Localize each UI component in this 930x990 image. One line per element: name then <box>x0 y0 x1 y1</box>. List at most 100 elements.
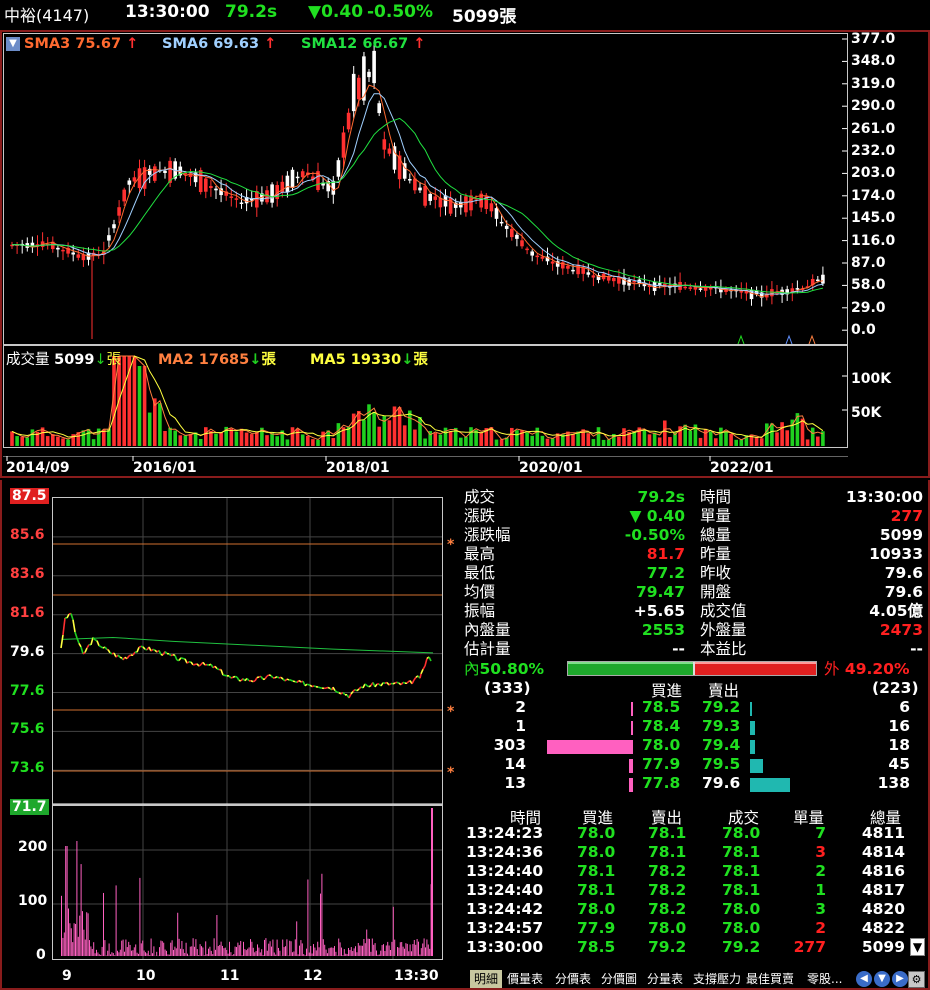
intraday-volume-bar <box>262 955 264 956</box>
volume-bar <box>122 356 126 446</box>
kline-candle <box>147 165 152 184</box>
intraday-price-segment <box>250 680 254 683</box>
kline-candle <box>469 189 473 217</box>
intraday-volume-bar <box>187 953 188 956</box>
intraday-volume-bar <box>297 954 299 956</box>
intraday-price-chart[interactable] <box>52 497 443 805</box>
intraday-volume-bar <box>384 951 386 956</box>
intraday-price-segment <box>107 649 111 654</box>
intraday-price-segment <box>236 676 240 681</box>
kline-candle <box>112 219 116 233</box>
tick-total: 4817 <box>861 881 905 899</box>
intraday-volume-bar <box>402 946 404 956</box>
nav-right-icon[interactable]: ▶ <box>892 971 908 987</box>
bid-volume: 1 <box>515 717 526 735</box>
vol-ytick-50k: 50K <box>851 405 882 421</box>
date-axis: 2014/09 2016/01 2018/01 2020/01 2022/01 <box>3 456 848 480</box>
avg-price-line <box>62 636 434 654</box>
intraday-volume-bar <box>363 939 365 956</box>
volume-bar <box>163 430 167 446</box>
quote-value: 10933 <box>869 545 923 563</box>
chart-menu-icon[interactable]: ▼ <box>6 37 20 51</box>
tick-total: 4811 <box>861 824 905 842</box>
intraday-price-segment <box>386 681 390 686</box>
intraday-volume-bar <box>170 942 172 956</box>
intraday-volume-bar <box>147 950 149 956</box>
volume-bar <box>469 427 473 446</box>
intraday-price-segment <box>336 691 340 694</box>
kline-candle <box>438 189 443 217</box>
intraday-volume-bar <box>192 938 194 956</box>
intraday-volume-bar <box>378 954 380 956</box>
intraday-volume-bar <box>248 947 250 956</box>
quote-label: 估計量 <box>464 640 511 658</box>
tab-6[interactable]: 最佳買賣 <box>746 970 794 988</box>
tick-bid: 78.1 <box>577 881 616 899</box>
tick-vol: 1 <box>815 881 826 899</box>
intraday-volume-chart[interactable] <box>52 805 443 960</box>
intraday-volume-bar <box>91 948 93 956</box>
volume-bar <box>306 435 310 446</box>
intraday-price-segment <box>400 681 404 686</box>
tab-4[interactable]: 分量表 <box>647 970 683 988</box>
volume-bar <box>51 434 55 446</box>
quote-value: 2553 <box>641 621 685 639</box>
date-tick-2016: 2016/01 <box>133 460 197 476</box>
volume-bar <box>413 429 417 446</box>
intraday-volume-bar <box>241 955 243 956</box>
intraday-price-segment <box>74 631 78 639</box>
quote-value: 13:30:00 <box>845 488 923 506</box>
intraday-volume-bar <box>203 955 205 956</box>
volume-bar <box>703 428 708 446</box>
tick-price: 78.0 <box>722 919 761 937</box>
intraday-price-segment <box>419 673 422 679</box>
scroll-down-icon[interactable]: ▼ <box>910 938 925 956</box>
intraday-volume-bar <box>376 950 377 956</box>
intraday-volume-bar <box>84 939 86 956</box>
kline-candle <box>443 189 448 216</box>
intraday-volume-bar <box>132 950 134 956</box>
tab-5[interactable]: 支撐壓力 <box>693 970 741 988</box>
scrollbar[interactable]: ▼ <box>910 920 926 960</box>
quote-change: ▼0.40 <box>308 2 364 22</box>
volume-bar <box>219 432 223 446</box>
tab-7[interactable]: 零股... <box>807 970 842 988</box>
intraday-price-segment <box>327 686 331 690</box>
volume-bar <box>459 437 463 446</box>
kline-candle <box>688 283 693 292</box>
date-tick-2020: 2020/01 <box>519 460 583 476</box>
intraday-volume-bar <box>419 954 421 956</box>
volume-bar <box>255 432 259 446</box>
intraday-volume-bar <box>423 938 425 956</box>
intraday-volume-bar <box>230 952 232 956</box>
tick-ask: 79.2 <box>648 938 687 956</box>
volume-bar <box>275 436 279 446</box>
settings-icon[interactable]: ⚙ <box>908 971 925 988</box>
tab-2[interactable]: 分價表 <box>555 970 591 988</box>
intraday-volume-bar <box>339 942 341 956</box>
volume-bar <box>204 427 208 446</box>
tab-3[interactable]: 分價圖 <box>601 970 637 988</box>
kline-candle <box>76 249 81 261</box>
tab-0[interactable]: 明細 <box>470 970 503 988</box>
intraday-volume-bar <box>100 954 102 956</box>
intraday-volume-bar <box>131 950 132 956</box>
nav-left-icon[interactable]: ◀ <box>856 971 872 987</box>
quote-value: -- <box>910 640 923 658</box>
intraday-volume-bar <box>394 939 396 956</box>
nav-down-icon[interactable]: ▼ <box>874 971 890 987</box>
tick-time: 13:24:23 <box>466 824 544 842</box>
kline-candle <box>25 237 30 252</box>
kline-chart[interactable] <box>3 33 848 345</box>
intraday-volume-bar <box>110 954 111 956</box>
intraday-price-segment <box>132 651 136 656</box>
tab-1[interactable]: 價量表 <box>507 970 543 988</box>
intraday-volume-bar <box>282 939 284 956</box>
tick-ask: 78.0 <box>648 919 687 937</box>
intraday-price-segment <box>78 642 82 648</box>
volume-bar <box>719 427 723 446</box>
volume-bar <box>61 438 65 446</box>
intraday-volume-bar <box>381 945 383 956</box>
intraday-volume-bar <box>259 952 261 956</box>
intraday-volume-bar <box>136 952 138 956</box>
